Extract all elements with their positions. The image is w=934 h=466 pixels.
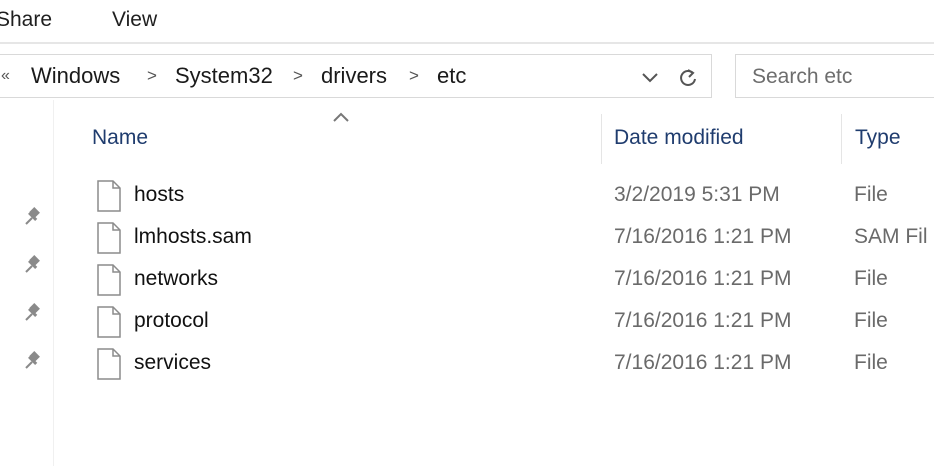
breadcrumb-system32[interactable]: System32 bbox=[175, 63, 273, 89]
navigation-pane bbox=[0, 100, 54, 466]
file-name: lmhosts.sam bbox=[134, 225, 252, 248]
ribbon-divider bbox=[0, 42, 934, 44]
file-date-modified: 7/16/2016 1:21 PM bbox=[614, 309, 792, 332]
breadcrumb-etc[interactable]: etc bbox=[437, 63, 466, 89]
file-type: File bbox=[854, 267, 888, 290]
column-separator[interactable] bbox=[841, 114, 842, 164]
breadcrumb-drivers[interactable]: drivers bbox=[321, 63, 387, 89]
ribbon-tab-view[interactable]: View bbox=[112, 8, 157, 32]
file-date-modified: 7/16/2016 1:21 PM bbox=[614, 351, 792, 374]
pin-icon[interactable] bbox=[22, 206, 44, 228]
file-date-modified: 7/16/2016 1:21 PM bbox=[614, 225, 792, 248]
file-row[interactable]: networks 7/16/2016 1:21 PM File bbox=[80, 260, 934, 302]
pin-icon[interactable] bbox=[22, 350, 44, 372]
file-name: services bbox=[134, 351, 212, 374]
search-box[interactable] bbox=[735, 54, 934, 98]
file-name: hosts bbox=[134, 183, 185, 206]
file-type: File bbox=[854, 309, 888, 332]
breadcrumb-separator-icon[interactable]: > bbox=[293, 66, 303, 86]
file-icon bbox=[96, 180, 122, 212]
column-header-name[interactable]: Name bbox=[92, 126, 148, 150]
file-name: networks bbox=[134, 267, 219, 290]
breadcrumb-separator-icon[interactable]: > bbox=[147, 66, 157, 86]
column-separator[interactable] bbox=[601, 114, 602, 164]
file-row[interactable]: protocol 7/16/2016 1:21 PM File bbox=[80, 302, 934, 344]
refresh-icon[interactable] bbox=[675, 63, 701, 91]
ribbon: Share View bbox=[0, 0, 934, 42]
column-header-type[interactable]: Type bbox=[855, 126, 901, 150]
file-date-modified: 7/16/2016 1:21 PM bbox=[614, 267, 792, 290]
file-date-modified: 3/2/2019 5:31 PM bbox=[614, 183, 780, 206]
column-header-date-modified[interactable]: Date modified bbox=[614, 126, 744, 150]
file-icon bbox=[96, 306, 122, 338]
breadcrumb-separator-icon[interactable]: > bbox=[409, 66, 419, 86]
pin-icon[interactable] bbox=[22, 302, 44, 324]
file-row[interactable]: hosts 3/2/2019 5:31 PM File bbox=[80, 176, 934, 218]
sort-ascending-icon bbox=[332, 110, 350, 122]
file-explorer-window: Share View « Windows > System32 > driver… bbox=[0, 0, 934, 466]
pin-icon[interactable] bbox=[22, 254, 44, 276]
breadcrumb-windows[interactable]: Windows bbox=[31, 63, 120, 89]
chevron-down-icon[interactable] bbox=[637, 63, 663, 91]
ribbon-tab-share[interactable]: Share bbox=[0, 8, 52, 32]
address-bar[interactable]: « Windows > System32 > drivers > etc bbox=[0, 54, 712, 98]
file-row[interactable]: lmhosts.sam 7/16/2016 1:21 PM SAM Fil bbox=[80, 218, 934, 260]
file-type: SAM Fil bbox=[854, 225, 928, 248]
file-type: File bbox=[854, 183, 888, 206]
file-icon bbox=[96, 264, 122, 296]
double-chevron-left-icon[interactable]: « bbox=[1, 67, 10, 85]
file-name: protocol bbox=[134, 309, 209, 332]
search-input[interactable] bbox=[752, 64, 934, 90]
file-type: File bbox=[854, 351, 888, 374]
file-row[interactable]: services 7/16/2016 1:21 PM File bbox=[80, 344, 934, 386]
file-icon bbox=[96, 348, 122, 380]
file-icon bbox=[96, 222, 122, 254]
